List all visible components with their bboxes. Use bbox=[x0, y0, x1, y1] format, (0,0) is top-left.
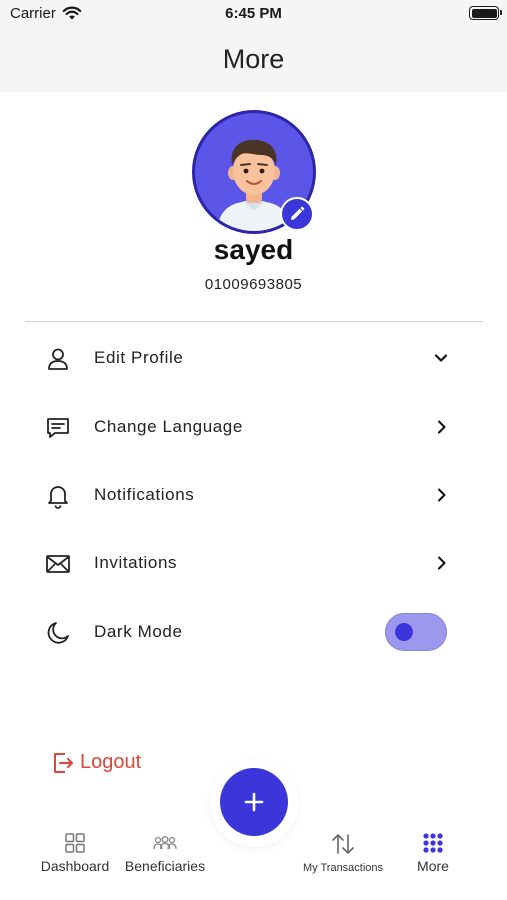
pencil-icon bbox=[291, 206, 305, 220]
menu-item-label: Invitations bbox=[94, 553, 178, 572]
bell-icon bbox=[45, 483, 71, 509]
people-icon bbox=[153, 836, 177, 850]
tab-label: More bbox=[417, 858, 449, 874]
menu-item-invitations[interactable]: Invitations bbox=[0, 541, 507, 585]
add-button[interactable] bbox=[220, 768, 288, 836]
chevron-right-icon bbox=[432, 554, 450, 572]
dark-mode-toggle[interactable] bbox=[385, 613, 447, 651]
transfer-arrows-icon bbox=[332, 834, 354, 854]
edit-avatar-button[interactable] bbox=[280, 197, 314, 231]
menu-item-label: Notifications bbox=[94, 485, 195, 504]
user-icon bbox=[45, 346, 71, 372]
chevron-down-icon bbox=[432, 349, 450, 367]
plus-icon bbox=[244, 792, 264, 812]
menu-item-change-language[interactable]: Change Language bbox=[0, 405, 507, 449]
menu-item-edit-profile[interactable]: Edit Profile bbox=[0, 336, 507, 380]
chat-icon bbox=[45, 415, 71, 441]
page-title: More bbox=[222, 44, 285, 74]
dots-grid-icon bbox=[423, 833, 443, 853]
logout-label: Logout bbox=[80, 751, 142, 773]
chevron-right-icon bbox=[432, 486, 450, 504]
envelope-icon bbox=[45, 551, 71, 577]
divider bbox=[25, 321, 483, 322]
logout-icon bbox=[52, 752, 74, 774]
battery-icon bbox=[469, 6, 502, 20]
grid-icon bbox=[65, 833, 85, 853]
tab-label: My Transactions bbox=[302, 862, 384, 874]
tab-more[interactable]: More bbox=[408, 832, 458, 874]
moon-icon bbox=[45, 620, 71, 646]
menu-item-label: Edit Profile bbox=[94, 348, 184, 367]
user-name: sayed bbox=[213, 234, 294, 265]
tab-dashboard[interactable]: Dashboard bbox=[34, 832, 116, 874]
toggle-knob bbox=[395, 623, 413, 641]
clock: 6:45 PM bbox=[225, 5, 282, 22]
user-phone: 01009693805 bbox=[204, 276, 303, 293]
chevron-right-icon bbox=[432, 418, 450, 436]
menu-item-label: Dark Mode bbox=[94, 622, 183, 641]
tab-label: Beneficiaries bbox=[124, 858, 206, 874]
tab-my-transactions[interactable]: My Transactions bbox=[296, 832, 390, 874]
navigation-header: More bbox=[0, 28, 507, 92]
tab-beneficiaries[interactable]: Beneficiaries bbox=[118, 832, 212, 874]
menu-item-notifications[interactable]: Notifications bbox=[0, 473, 507, 517]
menu-item-label: Change Language bbox=[94, 417, 243, 436]
status-bar: Carrier 6:45 PM bbox=[0, 0, 507, 28]
tab-label: Dashboard bbox=[40, 858, 110, 874]
